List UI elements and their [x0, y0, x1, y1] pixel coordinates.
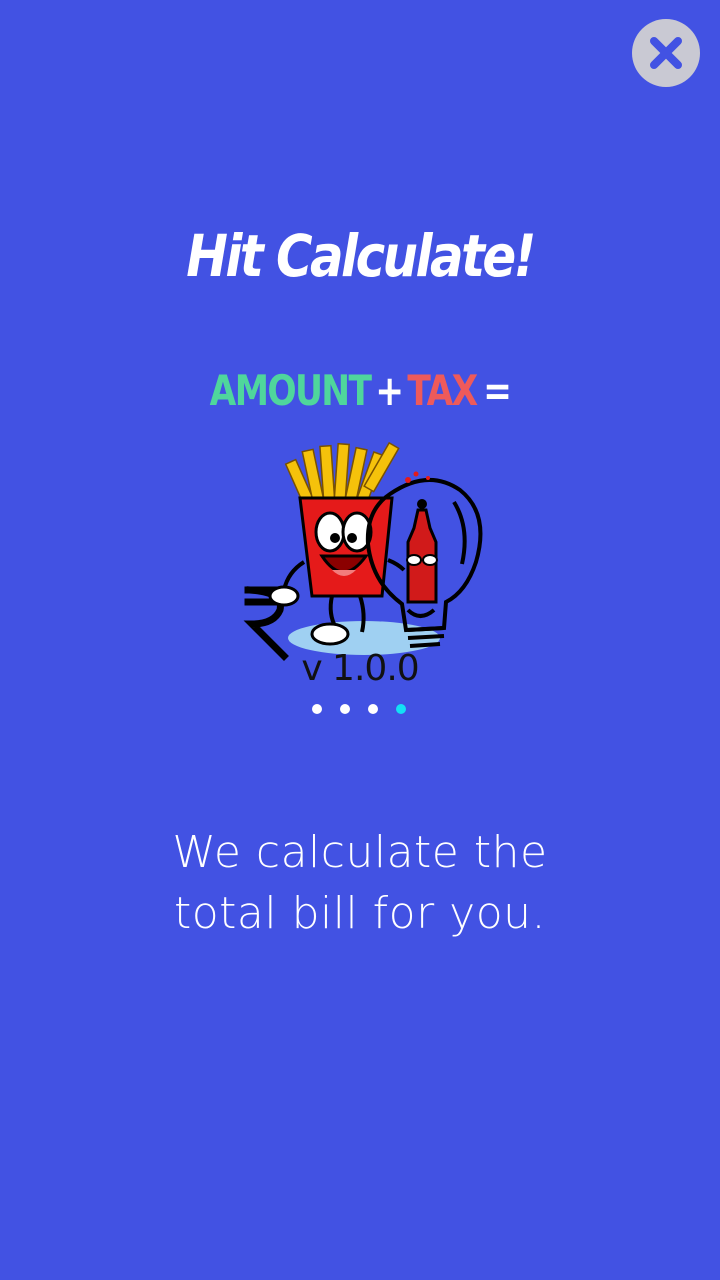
page-dot-4-active[interactable]	[396, 704, 406, 714]
description-line-1: We calculate the	[172, 827, 548, 878]
page-indicator	[312, 704, 406, 714]
page-dot-3[interactable]	[368, 704, 378, 714]
close-button[interactable]	[632, 19, 700, 87]
slide-description: We calculate the total bill for you.	[0, 822, 720, 944]
page-dot-2[interactable]	[340, 704, 350, 714]
formula-equals: =	[483, 366, 512, 415]
close-icon	[650, 37, 682, 69]
slide-title: Hit Calculate!	[186, 222, 536, 290]
page-dot-1[interactable]	[312, 704, 322, 714]
formula-tax: TAX	[407, 366, 478, 415]
formula-amount: AMOUNT	[209, 366, 372, 415]
app-version: v 1.0.0	[301, 648, 419, 689]
description-line-2: total bill for you.	[173, 888, 546, 939]
formula-plus: +	[375, 366, 404, 415]
formula: AMOUNT + TAX =	[65, 366, 655, 415]
